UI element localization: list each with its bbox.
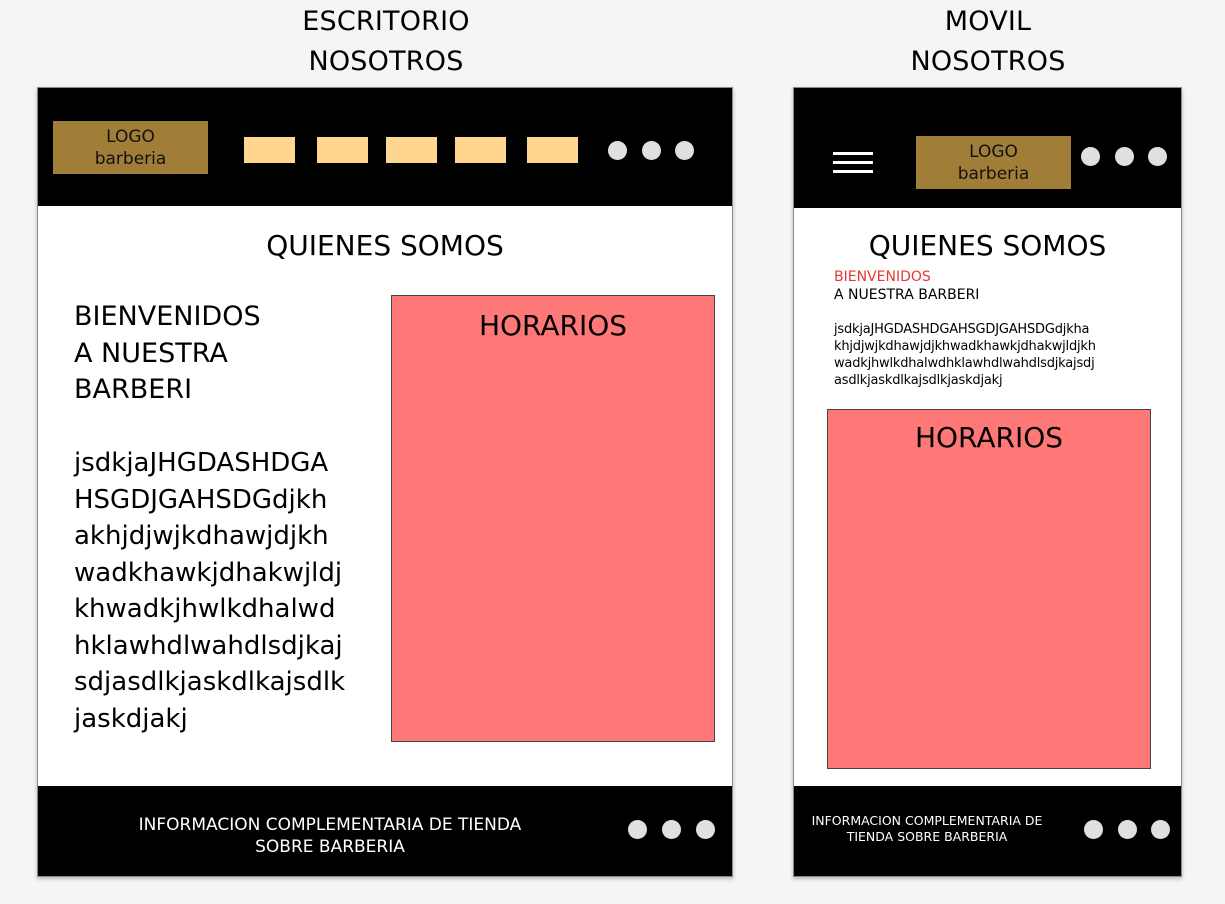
mobile-header: LOGO barberia bbox=[794, 88, 1181, 208]
desktop-horarios-title: HORARIOS bbox=[478, 309, 628, 342]
mobile-footer-line2: TIENDA SOBRE BARBERIA bbox=[846, 829, 1008, 844]
desktop-body-text: jsdkjaJHGDASHDGA HSGDJGAHSDGdjkh akhjdjw… bbox=[74, 445, 345, 737]
desktop-body-line: HSGDJGAHSDGdjkh bbox=[74, 484, 328, 515]
mobile-body-line: wadkjhwlkdhalwdhklawhdlwahdlsdjkajsdj bbox=[834, 356, 1095, 371]
desktop-footer-social-icon-2[interactable] bbox=[662, 820, 681, 839]
mobile-body-line: jsdkjaJHGDASHDGAHSGDJGAHSDGdjkha bbox=[834, 322, 1090, 337]
desktop-footer-text: INFORMACION COMPLEMENTARIA DE TIENDA SOB… bbox=[120, 814, 540, 858]
mobile-welcome-red: BIENVENIDOS bbox=[834, 269, 931, 285]
mobile-body-line: asdlkjaskdlkajsdlkjaskdjakj bbox=[834, 373, 1003, 388]
desktop-heading: ESCRITORIO NOSOTROS bbox=[236, 2, 536, 82]
desktop-footer-social-icon-1[interactable] bbox=[628, 820, 647, 839]
desktop-welcome-line: BIENVENIDOS bbox=[74, 301, 261, 332]
desktop-body-line: wadkhawkjdhakwjldj bbox=[74, 557, 343, 588]
mobile-heading-line2: NOSOTROS bbox=[910, 46, 1066, 77]
mobile-body-line: khjdjwjkdhawjdjkhwadkhawkjdhakwjldjkh bbox=[834, 339, 1096, 354]
desktop-body-line: hklawhdlwahdlsdjkaj bbox=[74, 630, 343, 661]
mobile-header-social-icon-3[interactable] bbox=[1148, 147, 1167, 166]
mobile-footer-social-icon-2[interactable] bbox=[1118, 820, 1137, 839]
mobile-section-title: QUIENES SOMOS bbox=[868, 229, 1107, 262]
mobile-horarios-title: HORARIOS bbox=[914, 421, 1064, 454]
desktop-welcome-line: BARBERI bbox=[74, 374, 193, 405]
desktop-welcome: BIENVENIDOS A NUESTRA BARBERI bbox=[74, 299, 261, 409]
mobile-frame: LOGO barberia QUIENES SOMOS BIENVENIDOS … bbox=[793, 87, 1182, 877]
desktop-nav-item-1[interactable] bbox=[244, 137, 295, 163]
desktop-body-line: akhjdjwjkdhawjdjkh bbox=[74, 521, 329, 551]
desktop-logo-line2: barberia bbox=[94, 148, 167, 169]
mobile-footer-line1: INFORMACION COMPLEMENTARIA DE bbox=[811, 813, 1043, 828]
desktop-frame: LOGO barberia QUIENES SOMOS BIENVENIDOS … bbox=[37, 87, 733, 877]
mobile-footer-text: INFORMACION COMPLEMENTARIA DE TIENDA SOB… bbox=[802, 813, 1052, 845]
mobile-logo[interactable]: LOGO barberia bbox=[916, 136, 1071, 189]
desktop-footer-line1: INFORMACION COMPLEMENTARIA DE TIENDA bbox=[138, 815, 522, 835]
mobile-heading: MOVIL NOSOTROS bbox=[838, 2, 1138, 82]
mobile-horarios-box: HORARIOS bbox=[827, 409, 1151, 769]
desktop-nav-item-2[interactable] bbox=[317, 137, 368, 163]
desktop-heading-line2: NOSOTROS bbox=[308, 46, 464, 77]
desktop-body-line: jaskdjakj bbox=[74, 703, 188, 734]
mobile-welcome-black: A NUESTRA BARBERI bbox=[834, 287, 980, 303]
desktop-footer-line2: SOBRE BARBERIA bbox=[255, 837, 405, 857]
mobile-logo-line2: barberia bbox=[957, 163, 1030, 184]
desktop-header-social-icon-1[interactable] bbox=[608, 141, 627, 160]
desktop-header-social-icon-3[interactable] bbox=[675, 141, 694, 160]
desktop-header: LOGO barberia bbox=[38, 88, 732, 206]
mobile-footer-social-icon-3[interactable] bbox=[1151, 820, 1170, 839]
desktop-body-line: sdjasdlkjaskdlkajsdlk bbox=[74, 667, 346, 697]
mobile-footer: INFORMACION COMPLEMENTARIA DE TIENDA SOB… bbox=[794, 786, 1181, 876]
desktop-welcome-line: A NUESTRA bbox=[74, 337, 228, 369]
desktop-logo-line1: LOGO bbox=[106, 126, 155, 147]
desktop-body-line: khwadkjhwlkdhalwd bbox=[74, 594, 336, 624]
desktop-nav-item-4[interactable] bbox=[455, 137, 506, 163]
desktop-footer-social-icon-3[interactable] bbox=[696, 820, 715, 839]
desktop-header-social-icon-2[interactable] bbox=[642, 141, 661, 160]
mobile-welcome: BIENVENIDOS A NUESTRA BARBERI bbox=[834, 268, 979, 304]
mobile-heading-line1: MOVIL bbox=[944, 6, 1032, 37]
mobile-logo-line1: LOGO bbox=[969, 141, 1018, 162]
hamburger-menu-icon[interactable] bbox=[833, 152, 873, 176]
desktop-logo[interactable]: LOGO barberia bbox=[53, 121, 208, 174]
desktop-heading-line1: ESCRITORIO bbox=[302, 6, 470, 37]
desktop-nav-item-5[interactable] bbox=[527, 137, 578, 163]
mobile-header-social-icon-1[interactable] bbox=[1081, 147, 1100, 166]
desktop-footer: INFORMACION COMPLEMENTARIA DE TIENDA SOB… bbox=[38, 786, 732, 876]
mobile-footer-social-icon-1[interactable] bbox=[1084, 820, 1103, 839]
desktop-body-line: jsdkjaJHGDASHDGA bbox=[74, 448, 329, 478]
mobile-body-text: jsdkjaJHGDASHDGAHSGDJGAHSDGdjkha khjdjwj… bbox=[834, 321, 1096, 389]
desktop-horarios-box: HORARIOS bbox=[391, 295, 715, 742]
desktop-section-title: QUIENES SOMOS bbox=[266, 229, 504, 262]
mobile-header-social-icon-2[interactable] bbox=[1115, 147, 1134, 166]
desktop-nav-item-3[interactable] bbox=[386, 137, 437, 163]
